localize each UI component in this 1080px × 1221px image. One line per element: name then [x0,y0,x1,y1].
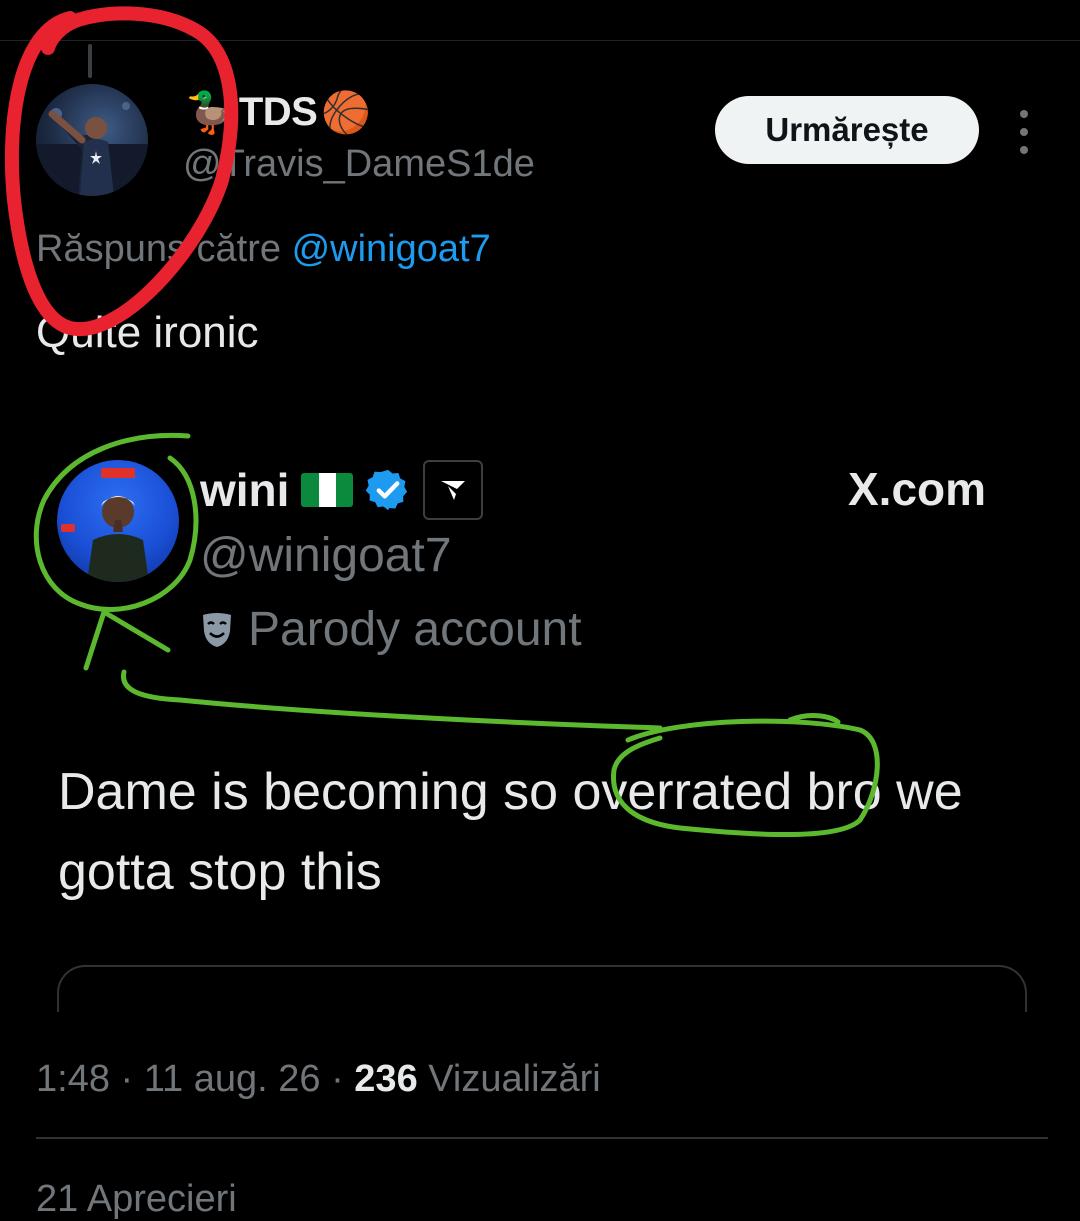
parody-label: Parody account [248,603,582,656]
player-photo-icon [36,102,148,196]
quoted-tweet-text: Dame is becoming so overrated bro we got… [58,763,963,901]
thread-connector-line [88,44,92,78]
source-label: X.com [848,463,987,515]
engagement-row[interactable]: 21 Aprecieri [36,1178,237,1221]
quoted-name-row[interactable]: wini [200,460,484,520]
card-cutoff [40,1012,1040,1042]
quoted-display-name[interactable]: wini [200,463,289,517]
tweet-meta: 1:48 · 11 aug. 26 · 236 Vizualizări [36,1058,601,1101]
top-divider [0,40,1080,41]
follow-button[interactable]: Urmărește [715,96,979,164]
person-photo-icon [61,468,149,582]
author-handle[interactable]: @Travis_DameS1de [183,143,535,186]
more-options-icon[interactable] [1012,110,1036,154]
timestamp[interactable]: 1:48 · 11 aug. 26 · [36,1058,344,1100]
meta-divider [36,1137,1048,1139]
verified-badge-icon [366,469,408,511]
basketball-emoji-icon: 🏀 [321,90,372,135]
quoted-avatar[interactable] [57,460,179,582]
views-label: Vizualizări [428,1058,601,1100]
author-name-row[interactable]: 🦆 TDS 🏀 [185,90,371,135]
nigeria-flag-icon [301,473,354,507]
quoted-handle[interactable]: @winigoat7 [200,528,452,583]
reply-mention-link[interactable]: @winigoat7 [292,228,491,270]
author-avatar[interactable] [36,84,148,196]
parody-label-row: Parody account [200,602,582,657]
theater-mask-icon [203,612,231,647]
tweet-text: Quite ironic [36,308,259,357]
affiliate-badge-icon [423,460,484,520]
author-display-name[interactable]: TDS [239,90,318,135]
duck-emoji-icon: 🦆 [185,90,235,135]
views-count: 236 [354,1058,418,1100]
reply-prefix: Răspuns către [36,228,282,270]
reply-context: Răspuns către @winigoat7 [36,228,491,271]
